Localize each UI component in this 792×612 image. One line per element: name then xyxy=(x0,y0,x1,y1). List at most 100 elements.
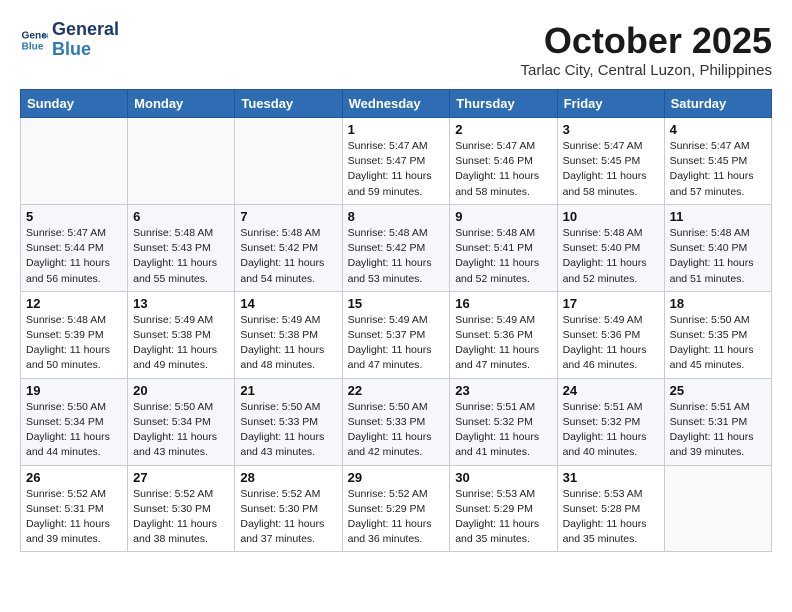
day-number: 25 xyxy=(670,383,766,398)
calendar-cell: 3 Sunrise: 5:47 AM Sunset: 5:45 PM Dayli… xyxy=(557,118,664,205)
calendar-cell: 1 Sunrise: 5:47 AM Sunset: 5:47 PM Dayli… xyxy=(342,118,450,205)
daylight-text: Daylight: 11 hours and 38 minutes. xyxy=(133,518,217,545)
logo: General Blue General Blue xyxy=(20,20,119,60)
day-number: 14 xyxy=(240,296,336,311)
day-number: 23 xyxy=(455,383,551,398)
day-info: Sunrise: 5:52 AM Sunset: 5:30 PM Dayligh… xyxy=(240,487,336,548)
daylight-text: Daylight: 11 hours and 36 minutes. xyxy=(348,518,432,545)
daylight-text: Daylight: 11 hours and 39 minutes. xyxy=(670,431,754,458)
calendar-cell: 6 Sunrise: 5:48 AM Sunset: 5:43 PM Dayli… xyxy=(128,204,235,291)
day-info: Sunrise: 5:51 AM Sunset: 5:32 PM Dayligh… xyxy=(563,400,659,461)
sunset-text: Sunset: 5:32 PM xyxy=(455,416,533,428)
day-info: Sunrise: 5:48 AM Sunset: 5:40 PM Dayligh… xyxy=(563,226,659,287)
sunrise-text: Sunrise: 5:47 AM xyxy=(455,140,535,152)
daylight-text: Daylight: 11 hours and 43 minutes. xyxy=(240,431,324,458)
calendar-cell: 4 Sunrise: 5:47 AM Sunset: 5:45 PM Dayli… xyxy=(664,118,771,205)
calendar-cell: 30 Sunrise: 5:53 AM Sunset: 5:29 PM Dayl… xyxy=(450,465,557,552)
sunset-text: Sunset: 5:45 PM xyxy=(563,155,641,167)
calendar-cell: 9 Sunrise: 5:48 AM Sunset: 5:41 PM Dayli… xyxy=(450,204,557,291)
sunrise-text: Sunrise: 5:47 AM xyxy=(670,140,750,152)
day-number: 22 xyxy=(348,383,445,398)
day-info: Sunrise: 5:48 AM Sunset: 5:41 PM Dayligh… xyxy=(455,226,551,287)
daylight-text: Daylight: 11 hours and 49 minutes. xyxy=(133,344,217,371)
calendar-cell: 20 Sunrise: 5:50 AM Sunset: 5:34 PM Dayl… xyxy=(128,378,235,465)
daylight-text: Daylight: 11 hours and 35 minutes. xyxy=(455,518,539,545)
sunrise-text: Sunrise: 5:48 AM xyxy=(133,227,213,239)
sunset-text: Sunset: 5:29 PM xyxy=(348,503,426,515)
sunset-text: Sunset: 5:36 PM xyxy=(563,329,641,341)
calendar-cell: 11 Sunrise: 5:48 AM Sunset: 5:40 PM Dayl… xyxy=(664,204,771,291)
day-number: 31 xyxy=(563,470,659,485)
calendar-cell: 28 Sunrise: 5:52 AM Sunset: 5:30 PM Dayl… xyxy=(235,465,342,552)
sunrise-text: Sunrise: 5:53 AM xyxy=(563,488,643,500)
sunrise-text: Sunrise: 5:52 AM xyxy=(133,488,213,500)
sunrise-text: Sunrise: 5:50 AM xyxy=(348,401,428,413)
calendar-cell xyxy=(664,465,771,552)
day-info: Sunrise: 5:53 AM Sunset: 5:28 PM Dayligh… xyxy=(563,487,659,548)
day-info: Sunrise: 5:47 AM Sunset: 5:46 PM Dayligh… xyxy=(455,139,551,200)
calendar-week-row: 19 Sunrise: 5:50 AM Sunset: 5:34 PM Dayl… xyxy=(21,378,772,465)
logo-icon: General Blue xyxy=(20,26,48,54)
sunset-text: Sunset: 5:34 PM xyxy=(26,416,104,428)
day-number: 5 xyxy=(26,209,122,224)
calendar-cell: 15 Sunrise: 5:49 AM Sunset: 5:37 PM Dayl… xyxy=(342,291,450,378)
sunset-text: Sunset: 5:29 PM xyxy=(455,503,533,515)
day-info: Sunrise: 5:48 AM Sunset: 5:42 PM Dayligh… xyxy=(348,226,445,287)
calendar-cell: 25 Sunrise: 5:51 AM Sunset: 5:31 PM Dayl… xyxy=(664,378,771,465)
daylight-text: Daylight: 11 hours and 43 minutes. xyxy=(133,431,217,458)
daylight-text: Daylight: 11 hours and 47 minutes. xyxy=(348,344,432,371)
location-subtitle: Tarlac City, Central Luzon, Philippines xyxy=(520,62,772,79)
sunset-text: Sunset: 5:36 PM xyxy=(455,329,533,341)
daylight-text: Daylight: 11 hours and 52 minutes. xyxy=(455,257,539,284)
sunset-text: Sunset: 5:30 PM xyxy=(133,503,211,515)
day-number: 7 xyxy=(240,209,336,224)
sunrise-text: Sunrise: 5:49 AM xyxy=(240,314,320,326)
day-info: Sunrise: 5:50 AM Sunset: 5:34 PM Dayligh… xyxy=(133,400,229,461)
day-info: Sunrise: 5:50 AM Sunset: 5:34 PM Dayligh… xyxy=(26,400,122,461)
sunset-text: Sunset: 5:32 PM xyxy=(563,416,641,428)
month-title: October 2025 xyxy=(520,20,772,62)
calendar-cell: 7 Sunrise: 5:48 AM Sunset: 5:42 PM Dayli… xyxy=(235,204,342,291)
sunset-text: Sunset: 5:44 PM xyxy=(26,242,104,254)
sunset-text: Sunset: 5:47 PM xyxy=(348,155,426,167)
sunset-text: Sunset: 5:41 PM xyxy=(455,242,533,254)
day-info: Sunrise: 5:47 AM Sunset: 5:45 PM Dayligh… xyxy=(670,139,766,200)
sunrise-text: Sunrise: 5:49 AM xyxy=(133,314,213,326)
calendar-cell: 31 Sunrise: 5:53 AM Sunset: 5:28 PM Dayl… xyxy=(557,465,664,552)
day-info: Sunrise: 5:50 AM Sunset: 5:33 PM Dayligh… xyxy=(348,400,445,461)
daylight-text: Daylight: 11 hours and 55 minutes. xyxy=(133,257,217,284)
day-info: Sunrise: 5:49 AM Sunset: 5:37 PM Dayligh… xyxy=(348,313,445,374)
calendar-cell xyxy=(128,118,235,205)
day-number: 1 xyxy=(348,122,445,137)
page-header: General Blue General Blue October 2025 T… xyxy=(20,20,772,79)
calendar-cell: 8 Sunrise: 5:48 AM Sunset: 5:42 PM Dayli… xyxy=(342,204,450,291)
day-number: 30 xyxy=(455,470,551,485)
sunrise-text: Sunrise: 5:52 AM xyxy=(348,488,428,500)
sunset-text: Sunset: 5:28 PM xyxy=(563,503,641,515)
sunrise-text: Sunrise: 5:47 AM xyxy=(563,140,643,152)
calendar-cell: 19 Sunrise: 5:50 AM Sunset: 5:34 PM Dayl… xyxy=(21,378,128,465)
sunset-text: Sunset: 5:43 PM xyxy=(133,242,211,254)
calendar-cell: 16 Sunrise: 5:49 AM Sunset: 5:36 PM Dayl… xyxy=(450,291,557,378)
daylight-text: Daylight: 11 hours and 48 minutes. xyxy=(240,344,324,371)
daylight-text: Daylight: 11 hours and 41 minutes. xyxy=(455,431,539,458)
day-info: Sunrise: 5:50 AM Sunset: 5:35 PM Dayligh… xyxy=(670,313,766,374)
col-friday: Friday xyxy=(557,90,664,118)
calendar-cell: 22 Sunrise: 5:50 AM Sunset: 5:33 PM Dayl… xyxy=(342,378,450,465)
day-number: 9 xyxy=(455,209,551,224)
calendar-cell: 23 Sunrise: 5:51 AM Sunset: 5:32 PM Dayl… xyxy=(450,378,557,465)
daylight-text: Daylight: 11 hours and 35 minutes. xyxy=(563,518,647,545)
day-number: 24 xyxy=(563,383,659,398)
sunrise-text: Sunrise: 5:48 AM xyxy=(240,227,320,239)
day-number: 19 xyxy=(26,383,122,398)
daylight-text: Daylight: 11 hours and 51 minutes. xyxy=(670,257,754,284)
sunrise-text: Sunrise: 5:51 AM xyxy=(670,401,750,413)
sunrise-text: Sunrise: 5:49 AM xyxy=(348,314,428,326)
calendar-cell xyxy=(235,118,342,205)
day-info: Sunrise: 5:52 AM Sunset: 5:31 PM Dayligh… xyxy=(26,487,122,548)
sunset-text: Sunset: 5:45 PM xyxy=(670,155,748,167)
day-info: Sunrise: 5:49 AM Sunset: 5:36 PM Dayligh… xyxy=(455,313,551,374)
day-number: 28 xyxy=(240,470,336,485)
day-info: Sunrise: 5:52 AM Sunset: 5:30 PM Dayligh… xyxy=(133,487,229,548)
day-info: Sunrise: 5:51 AM Sunset: 5:31 PM Dayligh… xyxy=(670,400,766,461)
